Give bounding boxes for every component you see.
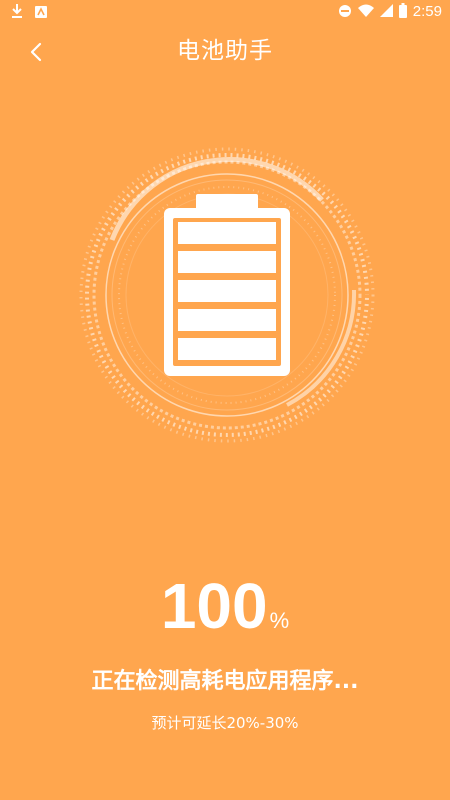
battery-full-icon xyxy=(164,194,290,376)
wifi-icon xyxy=(357,3,374,22)
battery-icon xyxy=(398,2,407,22)
status-bar: 2:59 xyxy=(0,0,450,24)
download-icon xyxy=(10,3,24,23)
scan-status-message: 正在检测高耗电应用程序... xyxy=(91,669,359,694)
battery-graphic xyxy=(72,140,382,450)
status-right-icons: 2:59 xyxy=(338,2,442,22)
app-bar: 电池助手 xyxy=(0,24,450,80)
battery-percentage: 100% xyxy=(0,568,450,644)
battery-extension-estimate: 预计可延长20%-30% xyxy=(151,714,299,732)
percent-value: 100 xyxy=(160,570,268,642)
status-time: 2:59 xyxy=(412,3,442,20)
cellular-signal-icon xyxy=(379,3,393,22)
app-notification-icon xyxy=(34,4,48,23)
do-not-disturb-icon xyxy=(338,3,352,22)
percent-unit: % xyxy=(269,608,290,633)
status-left-icons xyxy=(10,3,48,23)
page-title: 电池助手 xyxy=(177,38,273,64)
